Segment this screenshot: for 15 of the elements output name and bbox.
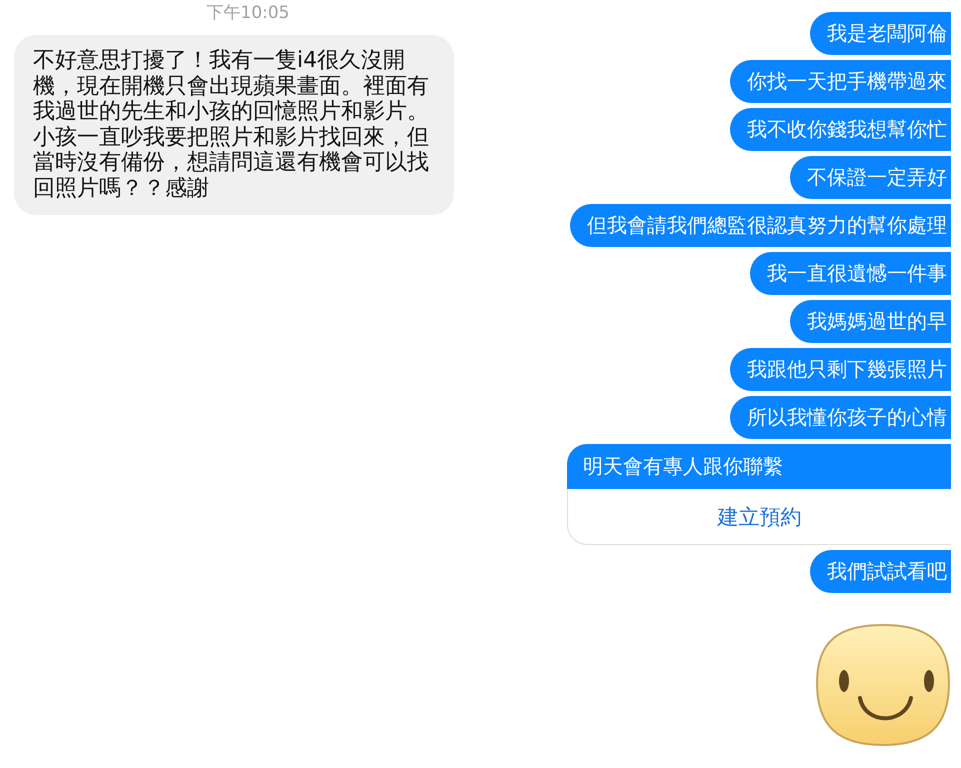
message-bubble: 我跟他只剩下幾張照片 [730, 348, 951, 391]
message-bubble: 所以我懂你孩子的心情 [730, 396, 951, 439]
timestamp: 下午10:05 [206, 2, 290, 24]
message-bubble: 不好意思打擾了！我有一隻i4很久沒開機，現在開機只會出現蘋果畫面。裡面有我過世的先生和小孩的回憶照片和影片。小孩一直吵我要把照片和影片找回來，但當時沒有備份，想請問這還有機會可以找回照片嗎？？感謝 [14, 35, 454, 215]
message-bubble: 我們試試看吧 [810, 550, 951, 593]
action-button[interactable]: 建立預約 [567, 489, 951, 545]
message-bubble: 明天會有專人跟你聯繫 [567, 444, 951, 489]
message-bubble: 你找一天把手機帶過來 [730, 60, 951, 103]
message-bubble: 我一直很遺憾一件事 [750, 252, 951, 295]
message-bubble: 不保證一定弄好 [790, 156, 951, 199]
message-bubble: 我不收你錢我想幫你忙 [730, 108, 951, 151]
message-bubble: 我是老闆阿倫 [810, 12, 951, 55]
smiley-icon [815, 623, 951, 747]
message-bubble: 但我會請我們總監很認真努力的幫你處理 [570, 204, 951, 247]
message-bubble: 我媽媽過世的早 [790, 300, 951, 343]
